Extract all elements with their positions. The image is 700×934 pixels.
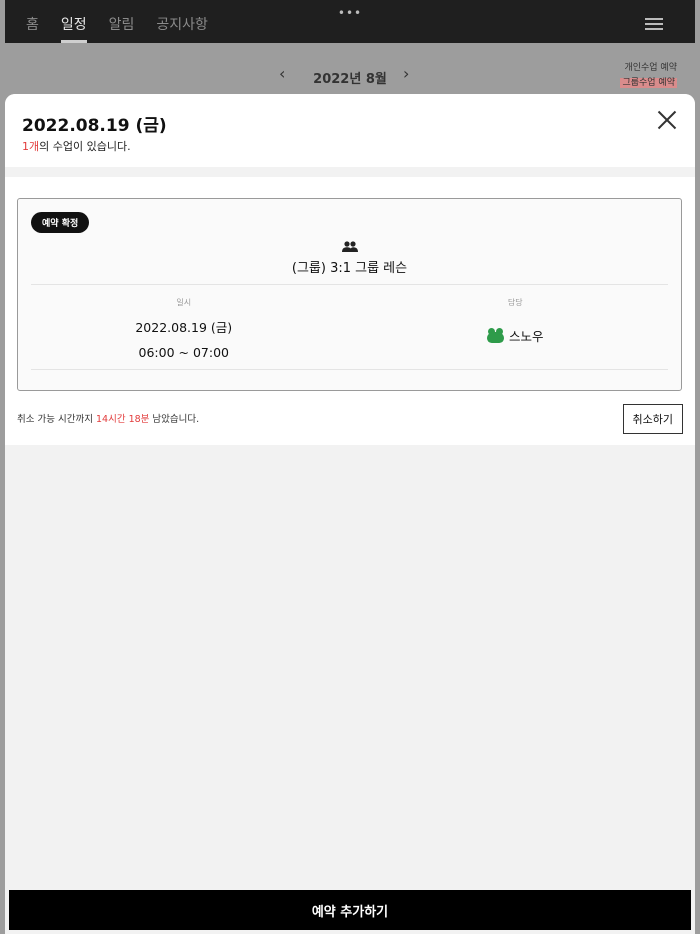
cancel-button[interactable]: 취소하기: [622, 404, 683, 434]
teacher-column: 담당 스노우: [350, 297, 682, 347]
tab-notices[interactable]: 공지사항: [145, 0, 219, 43]
top-nav-bar: ••• 홈 일정 알림 공지사항: [5, 0, 695, 43]
group-icon: [341, 241, 358, 252]
cancel-remaining-time: 14시간 18분: [95, 414, 150, 425]
hamburger-menu-icon[interactable]: [645, 18, 663, 30]
legend-group: 그룹수업 예약: [620, 78, 677, 88]
lesson-count: 1개: [22, 140, 40, 153]
teacher-label: 담당: [507, 298, 523, 307]
more-dots-icon[interactable]: •••: [338, 6, 362, 20]
calendar-header: ‹ 2022년 8월 › 개인수업 예약 그룹수업 예약: [5, 43, 695, 95]
reservation-card[interactable]: 예약 확정 (그룹) 3:1 그룹 레슨 일시 2022.08.19 (금) 0…: [17, 198, 682, 391]
close-icon[interactable]: [657, 110, 677, 130]
lesson-time: 06:00 ~ 07:00: [138, 345, 229, 360]
datetime-label: 일시: [176, 298, 192, 307]
teacher-info: 스노우: [486, 326, 544, 345]
teacher-name: 스노우: [508, 329, 544, 344]
sheet-content: 예약 확정 (그룹) 3:1 그룹 레슨 일시 2022.08.19 (금) 0…: [5, 177, 695, 445]
next-month-icon[interactable]: ›: [403, 64, 409, 83]
day-detail-sheet: 2022.08.19 (금) 1개의 수업이 있습니다. 예약 확정 (그룹) …: [5, 94, 695, 934]
sheet-date-title: 2022.08.19 (금): [22, 116, 167, 136]
status-badge: 예약 확정: [31, 212, 90, 233]
tab-home[interactable]: 홈: [15, 0, 50, 43]
tab-schedule[interactable]: 일정: [50, 0, 98, 43]
legend-personal: 개인수업 예약: [624, 63, 677, 73]
lesson-count-suffix: 의 수업이 있습니다.: [39, 140, 131, 153]
nav-tabs: 홈 일정 알림 공지사항: [15, 0, 219, 43]
lesson-count-text: 1개의 수업이 있습니다.: [22, 138, 131, 154]
cancel-prefix: 취소 가능 시간까지: [17, 414, 96, 425]
datetime-column: 일시 2022.08.19 (금) 06:00 ~ 07:00: [18, 297, 350, 360]
cancel-deadline-text: 취소 가능 시간까지 14시간 18분 남았습니다.: [17, 411, 199, 425]
frog-avatar-icon: [486, 328, 504, 343]
add-reservation-button[interactable]: 예약 추가하기: [9, 890, 691, 930]
card-divider-bottom: [31, 369, 668, 370]
calendar-legend: 개인수업 예약 그룹수업 예약: [620, 61, 677, 91]
prev-month-icon[interactable]: ‹: [279, 64, 285, 83]
lesson-date: 2022.08.19 (금): [135, 320, 233, 335]
sheet-header: 2022.08.19 (금) 1개의 수업이 있습니다.: [5, 94, 695, 167]
card-divider-top: [31, 284, 668, 285]
tab-notifications[interactable]: 알림: [98, 0, 146, 43]
cancel-suffix: 남았습니다.: [149, 414, 200, 425]
month-label: 2022년 8월: [313, 72, 387, 87]
lesson-name: (그룹) 3:1 그룹 레슨: [291, 261, 408, 276]
